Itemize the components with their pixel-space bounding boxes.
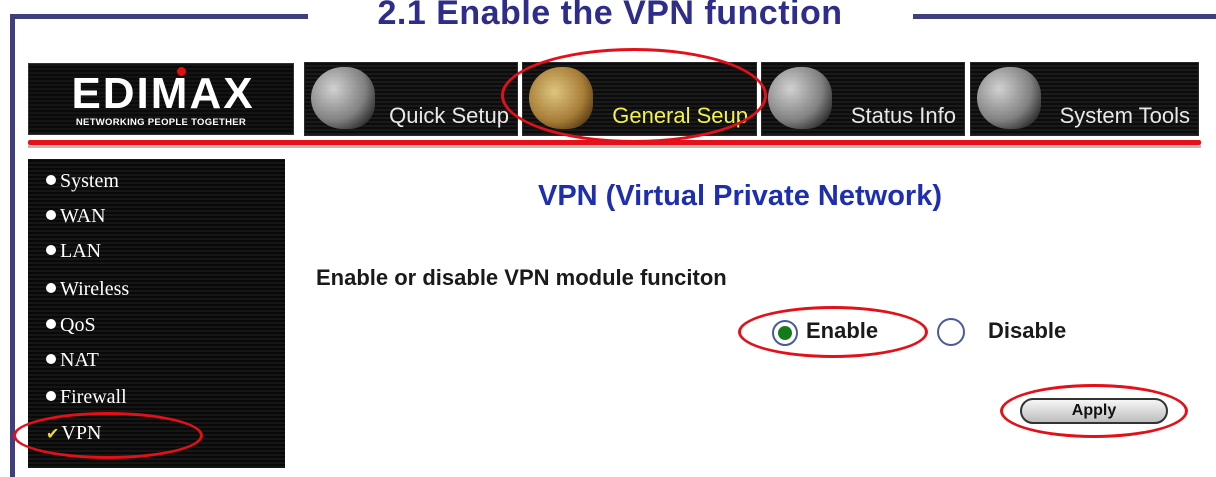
logo-tagline: NETWORKING PEOPLE TOGETHER [75, 117, 247, 128]
sidebar-item-wan[interactable]: WAN [46, 201, 106, 231]
sidebar-item-wireless[interactable]: Wireless [46, 274, 129, 304]
sidebar-item-firewall[interactable]: Firewall [46, 382, 127, 412]
bullet-icon [46, 319, 56, 329]
disable-label: Disable [988, 318, 1067, 343]
edimax-logo: EDIMAX NETWORKING PEOPLE TOGETHER [28, 63, 294, 135]
slide-frame-left [10, 18, 15, 477]
tab-status-info-label: Status Info [850, 103, 956, 128]
bullet-icon [46, 354, 56, 364]
sidebar-item-system[interactable]: System [46, 166, 119, 196]
quick-setup-icon [311, 67, 375, 129]
slide-frame-top-left [10, 14, 308, 19]
general-setup-icon [529, 67, 593, 129]
sidebar-item-nat[interactable]: NAT [46, 345, 99, 375]
sidebar-item-label: VPN [61, 422, 102, 444]
tab-quick-setup[interactable]: Quick Setup [304, 62, 518, 136]
apply-button[interactable]: Apply [1020, 398, 1168, 424]
tab-quick-setup-label: Quick Setup [389, 103, 509, 128]
sidebar-item-label: QoS [60, 314, 96, 336]
status-info-icon [768, 67, 832, 129]
enable-radio[interactable] [772, 320, 798, 346]
tab-general-setup[interactable]: General Seup [522, 62, 757, 136]
tab-status-info[interactable]: Status Info [761, 62, 965, 136]
sidebar: System WAN LAN Wireless QoS NAT Firewall… [28, 159, 285, 468]
sidebar-item-label: WAN [60, 205, 106, 227]
sidebar-item-label: NAT [60, 349, 99, 371]
bullet-icon [46, 175, 56, 185]
sidebar-item-qos[interactable]: QoS [46, 310, 96, 340]
vpn-description: Enable or disable VPN module funciton [316, 265, 727, 290]
sidebar-item-label: Firewall [60, 386, 127, 408]
tab-system-tools[interactable]: System Tools [970, 62, 1199, 136]
bullet-icon [46, 391, 56, 401]
enable-label: Enable [806, 318, 879, 343]
logo-wordmark: EDIMAX [71, 69, 255, 118]
sidebar-item-label: System [60, 170, 119, 192]
page-title: VPN (Virtual Private Network) [538, 180, 942, 212]
radio-selected-dot [778, 326, 792, 340]
bullet-icon [46, 283, 56, 293]
checkmark-icon: ✔ [46, 426, 60, 443]
slide-title: 2.1 Enable the VPN function [377, 0, 843, 32]
banner-divider-grey [28, 145, 1201, 148]
sidebar-item-lan[interactable]: LAN [46, 236, 101, 266]
sidebar-item-vpn[interactable]: ✔ VPN [46, 418, 101, 448]
tab-system-tools-label: System Tools [1059, 103, 1190, 128]
sidebar-item-label: Wireless [60, 278, 130, 300]
sidebar-item-label: LAN [60, 240, 102, 262]
bullet-icon [46, 210, 56, 220]
bullet-icon [46, 245, 56, 255]
tab-general-setup-label: General Seup [612, 103, 748, 128]
system-tools-icon [977, 67, 1041, 129]
slide-frame-top-right [913, 14, 1216, 19]
disable-radio[interactable] [937, 318, 965, 346]
